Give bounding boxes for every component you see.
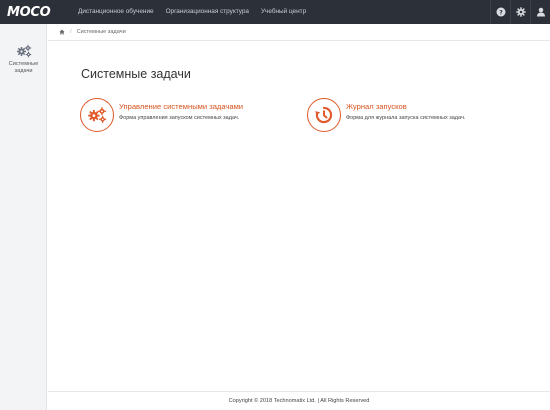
card-text: Управление системными задачами Форма упр… (119, 98, 243, 122)
gear-icon (515, 7, 526, 17)
card-description: Форма для журнала запуска системных зада… (346, 115, 466, 121)
moco-logo[interactable]: MOCO (0, 0, 72, 24)
main-nav: Дистанционное обучение Организационная с… (72, 0, 312, 24)
copyright-text: Copyright © 2018 Technomatix Ltd. | All … (228, 398, 370, 404)
main-content: Системные задачи Управление системными з… (48, 41, 550, 391)
user-icon (536, 7, 545, 17)
history-icon (315, 106, 333, 124)
top-navbar: MOCO Дистанционное обучение Организацион… (0, 0, 550, 24)
card-icon-circle (80, 98, 114, 132)
settings-button[interactable] (510, 0, 530, 24)
user-button[interactable] (530, 0, 550, 24)
breadcrumb-home[interactable] (59, 29, 65, 35)
breadcrumb-current: Системные задачи (76, 29, 126, 35)
nav-item-org-structure[interactable]: Организационная структура (160, 0, 255, 24)
sidebar: Системные задачи (0, 24, 47, 410)
svg-text:?: ? (499, 9, 503, 16)
page-title: Системные задачи (81, 67, 191, 81)
breadcrumb-separator: / (70, 29, 72, 35)
home-icon (59, 29, 65, 35)
gears-icon (88, 107, 107, 123)
card-title[interactable]: Управление системными задачами (119, 102, 243, 111)
card-task-management[interactable]: Управление системными задачами Форма упр… (80, 98, 243, 132)
card-description: Форма управления запуском системных зада… (119, 115, 240, 121)
sidebar-item-label: Системные задачи (8, 61, 39, 74)
card-icon-circle (307, 98, 341, 132)
logo-text: MOCO (7, 4, 51, 20)
help-button[interactable]: ? (490, 0, 510, 24)
card-launch-log[interactable]: Журнал запусков Форма для журнала запуск… (307, 98, 465, 132)
card-text: Журнал запусков Форма для журнала запуск… (346, 98, 465, 122)
sidebar-item-system-tasks[interactable]: Системные задачи (0, 24, 47, 75)
footer: Copyright © 2018 Technomatix Ltd. | All … (48, 391, 550, 410)
card-title[interactable]: Журнал запусков (346, 102, 465, 111)
navbar-actions: ? (490, 0, 550, 24)
nav-item-training-center[interactable]: Учебный центр (255, 0, 312, 24)
gears-icon (16, 44, 31, 58)
help-icon: ? (496, 7, 505, 17)
breadcrumb: / Системные задачи (48, 24, 550, 41)
nav-item-distance-learning[interactable]: Дистанционное обучение (72, 0, 160, 24)
